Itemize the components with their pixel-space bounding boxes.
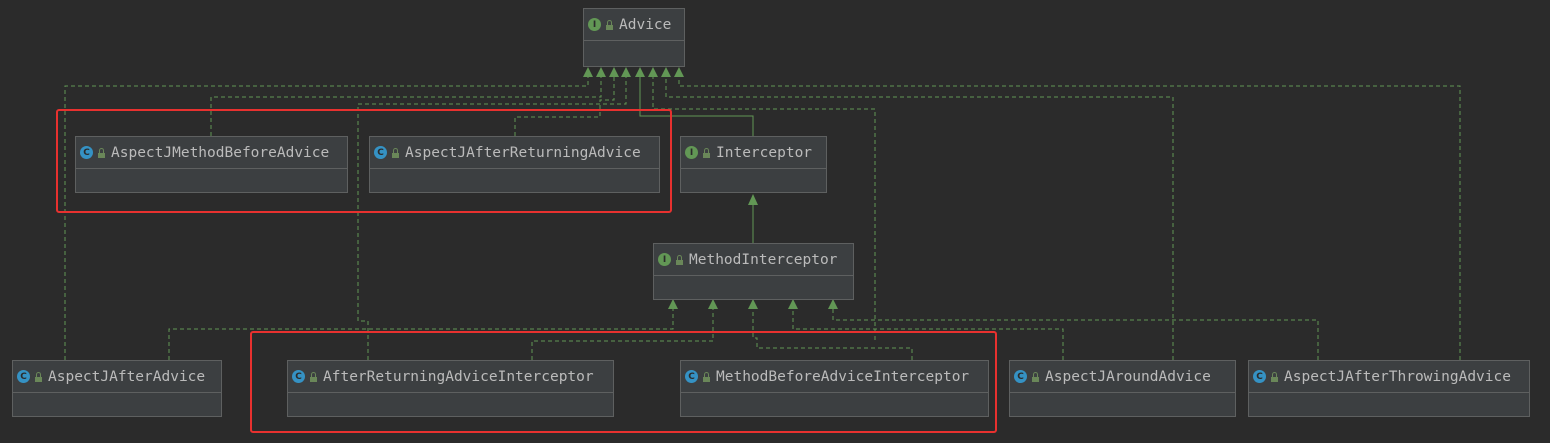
node-label: Advice: [619, 16, 672, 33]
arrowhead: [661, 67, 671, 77]
arrowhead: [583, 67, 593, 77]
arrowhead: [648, 67, 658, 77]
unlock-icon: [1032, 371, 1039, 382]
unlock-icon: [703, 147, 710, 158]
unlock-icon: [676, 254, 683, 265]
interface-icon: I: [685, 146, 698, 159]
node-aspectj-after-advice[interactable]: C AspectJAfterAdvice: [12, 360, 222, 417]
node-label: AspectJAroundAdvice: [1045, 368, 1211, 385]
edge-afterthrowing-advice: [678, 77, 1461, 360]
arrowhead: [596, 67, 606, 77]
node-label: AspectJAfterThrowingAdvice: [1284, 368, 1511, 385]
class-icon: C: [17, 370, 30, 383]
arrowhead: [828, 299, 838, 309]
highlight-box-top: [56, 109, 672, 213]
arrowhead: [668, 299, 678, 309]
edge-aroundadvice-advice: [665, 77, 1174, 360]
node-aspectj-after-throwing-advice[interactable]: C AspectJAfterThrowingAdvice: [1248, 360, 1530, 417]
node-label: Interceptor: [716, 144, 813, 161]
interface-icon: I: [658, 253, 671, 266]
arrowhead: [635, 67, 645, 77]
arrowhead: [674, 67, 684, 77]
highlight-box-bottom: [250, 331, 997, 433]
node-method-interceptor[interactable]: I MethodInterceptor: [653, 243, 854, 300]
node-label: AspectJAfterAdvice: [48, 368, 206, 385]
arrowhead: [748, 194, 758, 205]
unlock-icon: [1271, 371, 1278, 382]
diagram-canvas: I Advice C AspectJMethodBeforeAdvice C A…: [0, 0, 1550, 443]
arrowhead: [788, 299, 798, 309]
class-icon: C: [1253, 370, 1266, 383]
node-interceptor[interactable]: I Interceptor: [680, 136, 827, 193]
arrowhead: [748, 299, 758, 309]
unlock-icon: [35, 371, 42, 382]
node-aspectj-around-advice[interactable]: C AspectJAroundAdvice: [1009, 360, 1236, 417]
arrowhead: [621, 67, 631, 77]
unlock-icon: [606, 19, 613, 30]
interface-icon: I: [588, 18, 601, 31]
arrowhead: [708, 299, 718, 309]
node-label: MethodInterceptor: [689, 251, 838, 268]
arrowhead: [609, 67, 619, 77]
class-icon: C: [1014, 370, 1027, 383]
node-advice[interactable]: I Advice: [583, 8, 685, 67]
